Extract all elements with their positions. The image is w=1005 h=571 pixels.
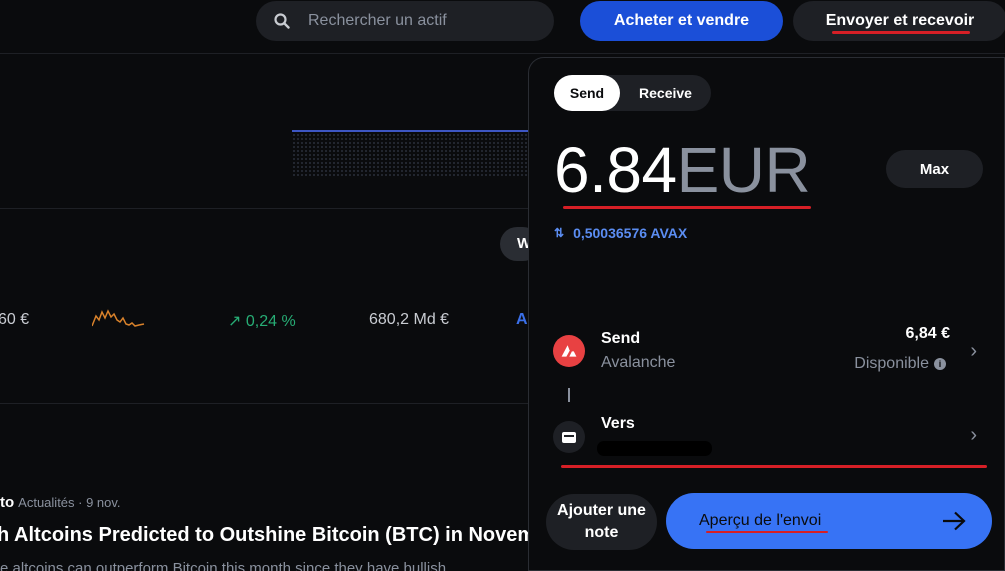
send-receive-tabs: Send Receive [554, 75, 711, 111]
send-receive-button[interactable]: Envoyer et recevoir [793, 1, 1005, 41]
from-title: Send [601, 330, 641, 347]
asset-change: ↗ 0,24 % [228, 313, 296, 330]
asset-market-cap: 680,2 Md € [369, 311, 450, 328]
from-balance-label: Disponible i [854, 355, 946, 373]
sparkline-chart [92, 309, 145, 327]
buy-sell-button[interactable]: Acheter et vendre [580, 1, 783, 41]
news-meta: Actualités · 9 nov. [18, 495, 121, 510]
search-icon [274, 13, 290, 29]
from-network: Avalanche [601, 354, 676, 371]
arrow-right-icon [943, 511, 966, 531]
asset-action-link[interactable]: A [516, 311, 528, 329]
annotation-underline [563, 206, 811, 209]
section-divider [0, 403, 528, 404]
news-body: e altcoins can outperform Bitcoin this m… [0, 560, 447, 571]
row-connector [568, 388, 570, 402]
preview-send-label: Aperçu de l'envoi [699, 512, 822, 529]
wallet-icon [553, 421, 585, 453]
price-chart-line [292, 130, 528, 132]
recipient-address-redacted[interactable] [597, 441, 712, 456]
conversion-toggle[interactable]: ⇅ 0,50036576 AVAX [554, 225, 687, 241]
tab-receive[interactable]: Receive [620, 75, 711, 111]
conversion-value: 0,50036576 AVAX [573, 225, 688, 241]
annotation-underline [706, 531, 828, 533]
asset-price: 60 € [0, 311, 30, 328]
search-input[interactable] [308, 12, 528, 30]
max-button[interactable]: Max [886, 150, 983, 188]
preview-send-button[interactable]: Aperçu de l'envoi [666, 493, 992, 549]
news-source-name: to [0, 494, 15, 511]
price-chart-area [292, 133, 528, 177]
section-divider [0, 208, 528, 209]
swap-icon: ⇅ [554, 226, 565, 240]
to-title: Vers [601, 415, 635, 432]
send-amount[interactable]: 6.84EUR [554, 134, 811, 206]
available-label: Disponible [854, 355, 929, 372]
top-bar: Acheter et vendre Envoyer et recevoir [0, 0, 1005, 54]
amount-value: 6.84 [554, 134, 677, 206]
info-icon[interactable]: i [934, 358, 946, 370]
news-title[interactable]: h Altcoins Predicted to Outshine Bitcoin… [0, 524, 535, 547]
from-balance: 6,84 € [905, 325, 950, 342]
news-source: to Actualités · 9 nov. [0, 494, 121, 511]
amount-currency: EUR [676, 134, 811, 206]
chevron-right-icon[interactable]: › [970, 424, 977, 447]
add-note-button[interactable]: Ajouter une note [546, 494, 657, 550]
search-bar[interactable] [256, 1, 554, 41]
annotation-underline [561, 465, 987, 468]
send-receive-panel: Send Receive 6.84EUR Max ⇅ 0,50036576 AV… [528, 57, 1005, 571]
tab-send[interactable]: Send [554, 75, 620, 111]
avalanche-icon [553, 335, 585, 367]
chevron-right-icon[interactable]: › [970, 340, 977, 363]
annotation-underline [832, 31, 970, 34]
